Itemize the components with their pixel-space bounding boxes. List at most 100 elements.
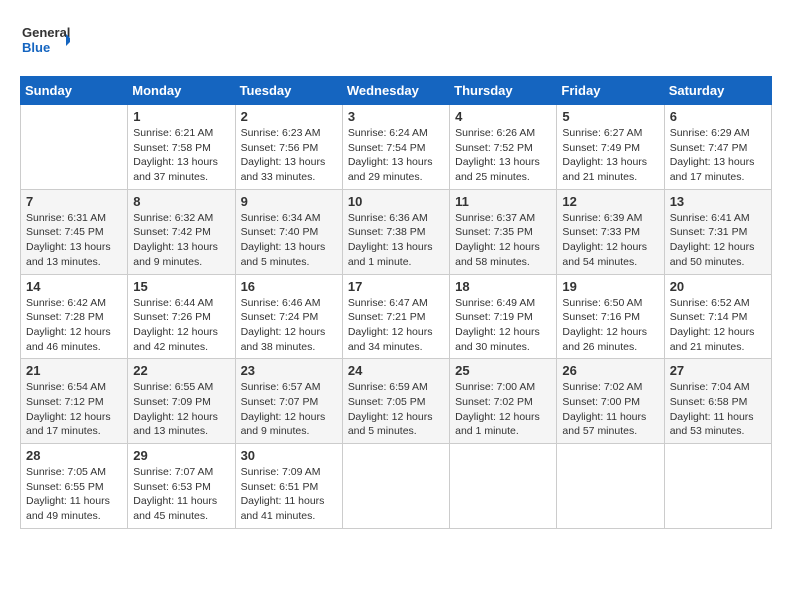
day-info: Sunrise: 6:37 AM Sunset: 7:35 PM Dayligh… [455, 211, 551, 270]
day-number: 18 [455, 279, 551, 294]
col-header-monday: Monday [128, 77, 235, 105]
day-cell: 21 Sunrise: 6:54 AM Sunset: 7:12 PM Dayli… [21, 359, 128, 444]
day-cell [342, 444, 449, 529]
day-number: 6 [670, 109, 766, 124]
day-info: Sunrise: 6:23 AM Sunset: 7:56 PM Dayligh… [241, 126, 337, 185]
day-info: Sunrise: 6:54 AM Sunset: 7:12 PM Dayligh… [26, 380, 122, 439]
day-info: Sunrise: 6:52 AM Sunset: 7:14 PM Dayligh… [670, 296, 766, 355]
day-cell: 2 Sunrise: 6:23 AM Sunset: 7:56 PM Daylig… [235, 105, 342, 190]
day-cell [664, 444, 771, 529]
day-cell: 22 Sunrise: 6:55 AM Sunset: 7:09 PM Dayli… [128, 359, 235, 444]
day-number: 24 [348, 363, 444, 378]
day-info: Sunrise: 6:36 AM Sunset: 7:38 PM Dayligh… [348, 211, 444, 270]
day-info: Sunrise: 7:07 AM Sunset: 6:53 PM Dayligh… [133, 465, 229, 524]
day-info: Sunrise: 6:57 AM Sunset: 7:07 PM Dayligh… [241, 380, 337, 439]
day-number: 16 [241, 279, 337, 294]
week-row-4: 21 Sunrise: 6:54 AM Sunset: 7:12 PM Dayli… [21, 359, 772, 444]
svg-text:Blue: Blue [22, 40, 50, 55]
day-number: 15 [133, 279, 229, 294]
day-number: 5 [562, 109, 658, 124]
day-info: Sunrise: 6:49 AM Sunset: 7:19 PM Dayligh… [455, 296, 551, 355]
day-cell: 9 Sunrise: 6:34 AM Sunset: 7:40 PM Daylig… [235, 189, 342, 274]
day-info: Sunrise: 7:00 AM Sunset: 7:02 PM Dayligh… [455, 380, 551, 439]
day-info: Sunrise: 6:21 AM Sunset: 7:58 PM Dayligh… [133, 126, 229, 185]
day-info: Sunrise: 6:24 AM Sunset: 7:54 PM Dayligh… [348, 126, 444, 185]
day-info: Sunrise: 6:39 AM Sunset: 7:33 PM Dayligh… [562, 211, 658, 270]
day-number: 3 [348, 109, 444, 124]
day-cell [557, 444, 664, 529]
week-row-5: 28 Sunrise: 7:05 AM Sunset: 6:55 PM Dayli… [21, 444, 772, 529]
day-number: 7 [26, 194, 122, 209]
logo: General Blue [20, 20, 70, 60]
day-number: 26 [562, 363, 658, 378]
day-number: 25 [455, 363, 551, 378]
day-info: Sunrise: 6:42 AM Sunset: 7:28 PM Dayligh… [26, 296, 122, 355]
day-cell: 5Sunrise: 6:27 AM Sunset: 7:49 PM Daylig… [557, 105, 664, 190]
day-number: 27 [670, 363, 766, 378]
day-cell: 28 Sunrise: 7:05 AM Sunset: 6:55 PM Dayli… [21, 444, 128, 529]
day-cell: 20 Sunrise: 6:52 AM Sunset: 7:14 PM Dayli… [664, 274, 771, 359]
day-cell: 11 Sunrise: 6:37 AM Sunset: 7:35 PM Dayli… [450, 189, 557, 274]
day-info: Sunrise: 6:31 AM Sunset: 7:45 PM Dayligh… [26, 211, 122, 270]
day-info: Sunrise: 6:26 AM Sunset: 7:52 PM Dayligh… [455, 126, 551, 185]
day-cell: 18 Sunrise: 6:49 AM Sunset: 7:19 PM Dayli… [450, 274, 557, 359]
day-cell [450, 444, 557, 529]
col-header-tuesday: Tuesday [235, 77, 342, 105]
day-number: 30 [241, 448, 337, 463]
day-number: 2 [241, 109, 337, 124]
day-number: 11 [455, 194, 551, 209]
day-number: 12 [562, 194, 658, 209]
day-info: Sunrise: 6:29 AM Sunset: 7:47 PM Dayligh… [670, 126, 766, 185]
calendar-table: SundayMondayTuesdayWednesdayThursdayFrid… [20, 76, 772, 529]
day-number: 20 [670, 279, 766, 294]
day-number: 19 [562, 279, 658, 294]
day-info: Sunrise: 6:34 AM Sunset: 7:40 PM Dayligh… [241, 211, 337, 270]
day-number: 28 [26, 448, 122, 463]
day-number: 8 [133, 194, 229, 209]
day-cell: 24 Sunrise: 6:59 AM Sunset: 7:05 PM Dayli… [342, 359, 449, 444]
week-row-2: 7 Sunrise: 6:31 AM Sunset: 7:45 PM Daylig… [21, 189, 772, 274]
day-number: 21 [26, 363, 122, 378]
day-cell: 7 Sunrise: 6:31 AM Sunset: 7:45 PM Daylig… [21, 189, 128, 274]
day-number: 9 [241, 194, 337, 209]
day-cell: 17 Sunrise: 6:47 AM Sunset: 7:21 PM Dayli… [342, 274, 449, 359]
day-cell: 30 Sunrise: 7:09 AM Sunset: 6:51 PM Dayli… [235, 444, 342, 529]
day-cell: 29Sunrise: 7:07 AM Sunset: 6:53 PM Dayli… [128, 444, 235, 529]
day-cell: 25 Sunrise: 7:00 AM Sunset: 7:02 PM Dayli… [450, 359, 557, 444]
day-cell: 15 Sunrise: 6:44 AM Sunset: 7:26 PM Dayli… [128, 274, 235, 359]
day-number: 23 [241, 363, 337, 378]
day-info: Sunrise: 7:05 AM Sunset: 6:55 PM Dayligh… [26, 465, 122, 524]
day-info: Sunrise: 6:44 AM Sunset: 7:26 PM Dayligh… [133, 296, 229, 355]
day-number: 13 [670, 194, 766, 209]
col-header-wednesday: Wednesday [342, 77, 449, 105]
day-number: 1 [133, 109, 229, 124]
day-info: Sunrise: 6:50 AM Sunset: 7:16 PM Dayligh… [562, 296, 658, 355]
week-row-3: 14Sunrise: 6:42 AM Sunset: 7:28 PM Dayli… [21, 274, 772, 359]
day-number: 10 [348, 194, 444, 209]
logo-svg: General Blue [20, 20, 70, 60]
day-number: 4 [455, 109, 551, 124]
day-cell: 23 Sunrise: 6:57 AM Sunset: 7:07 PM Dayli… [235, 359, 342, 444]
day-info: Sunrise: 6:46 AM Sunset: 7:24 PM Dayligh… [241, 296, 337, 355]
header: General Blue [20, 20, 772, 60]
day-info: Sunrise: 6:55 AM Sunset: 7:09 PM Dayligh… [133, 380, 229, 439]
svg-text:General: General [22, 25, 70, 40]
day-info: Sunrise: 7:02 AM Sunset: 7:00 PM Dayligh… [562, 380, 658, 439]
col-header-sunday: Sunday [21, 77, 128, 105]
day-info: Sunrise: 6:59 AM Sunset: 7:05 PM Dayligh… [348, 380, 444, 439]
day-info: Sunrise: 6:32 AM Sunset: 7:42 PM Dayligh… [133, 211, 229, 270]
day-cell: 10 Sunrise: 6:36 AM Sunset: 7:38 PM Dayli… [342, 189, 449, 274]
day-info: Sunrise: 7:09 AM Sunset: 6:51 PM Dayligh… [241, 465, 337, 524]
day-info: Sunrise: 6:47 AM Sunset: 7:21 PM Dayligh… [348, 296, 444, 355]
day-cell: 14Sunrise: 6:42 AM Sunset: 7:28 PM Dayli… [21, 274, 128, 359]
day-number: 17 [348, 279, 444, 294]
day-cell: 4 Sunrise: 6:26 AM Sunset: 7:52 PM Daylig… [450, 105, 557, 190]
day-cell: 16 Sunrise: 6:46 AM Sunset: 7:24 PM Dayli… [235, 274, 342, 359]
day-info: Sunrise: 7:04 AM Sunset: 6:58 PM Dayligh… [670, 380, 766, 439]
col-header-saturday: Saturday [664, 77, 771, 105]
day-cell: 3 Sunrise: 6:24 AM Sunset: 7:54 PM Daylig… [342, 105, 449, 190]
day-cell: 27 Sunrise: 7:04 AM Sunset: 6:58 PM Dayli… [664, 359, 771, 444]
day-cell [21, 105, 128, 190]
day-number: 22 [133, 363, 229, 378]
col-header-friday: Friday [557, 77, 664, 105]
